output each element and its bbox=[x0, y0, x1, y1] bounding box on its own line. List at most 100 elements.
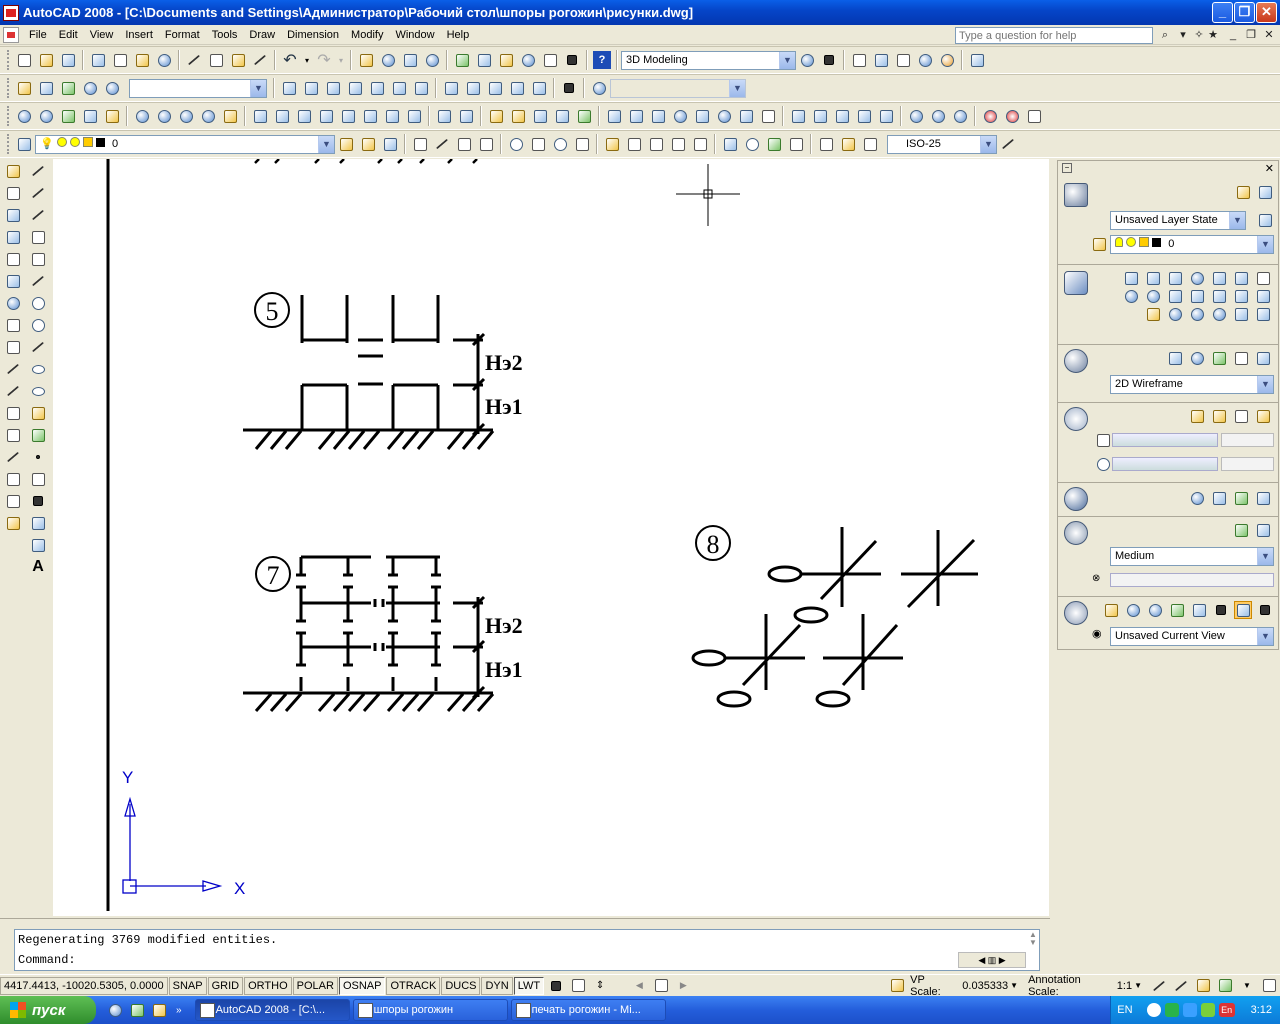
save-icon[interactable] bbox=[59, 51, 77, 69]
light-list-icon[interactable] bbox=[1232, 407, 1250, 425]
close-button[interactable]: ✕ bbox=[1256, 2, 1277, 23]
coordinate-readout[interactable]: 4417.4413, -10020.5305, 0.0000 bbox=[0, 976, 168, 995]
nav-zoom-icon[interactable] bbox=[1124, 601, 1142, 619]
time-field[interactable] bbox=[1221, 457, 1274, 471]
baseline-dimension-icon[interactable] bbox=[625, 135, 643, 153]
menu-draw[interactable]: Draw bbox=[243, 29, 281, 41]
menu-format[interactable]: Format bbox=[159, 29, 206, 41]
tool-palettes-icon[interactable] bbox=[497, 51, 515, 69]
array-icon[interactable] bbox=[4, 250, 22, 268]
intersect-solid-icon[interactable] bbox=[951, 107, 969, 125]
view-ne-iso-icon[interactable] bbox=[464, 79, 482, 97]
panel-cone-icon[interactable] bbox=[1166, 269, 1184, 287]
toolbar-grip[interactable] bbox=[7, 50, 10, 70]
date-field[interactable] bbox=[1221, 433, 1274, 447]
chamfer-icon[interactable] bbox=[4, 470, 22, 488]
separate-icon[interactable] bbox=[487, 107, 505, 125]
material-map-icon[interactable] bbox=[1232, 489, 1250, 507]
point-icon[interactable] bbox=[29, 448, 47, 466]
copy-faces-icon[interactable] bbox=[383, 107, 401, 125]
panel-wedge-icon[interactable] bbox=[1144, 269, 1162, 287]
command-horizontal-scrollbar[interactable]: ◀ ▥ ▶ bbox=[958, 952, 1026, 968]
menu-file[interactable]: File bbox=[23, 29, 53, 41]
panel-cylinder-icon[interactable] bbox=[1210, 269, 1228, 287]
rotate-icon[interactable] bbox=[4, 294, 22, 312]
model-space-icon[interactable] bbox=[547, 977, 565, 995]
wedge-icon[interactable] bbox=[894, 51, 912, 69]
3d-move-icon[interactable] bbox=[981, 107, 999, 125]
render-cancel-icon[interactable]: ⊗ bbox=[1092, 573, 1100, 584]
nav-camera-icon[interactable] bbox=[1212, 601, 1230, 619]
sheet-set-icon[interactable] bbox=[519, 51, 537, 69]
nav-fly-icon[interactable] bbox=[1190, 601, 1208, 619]
layout-icon[interactable] bbox=[569, 977, 587, 995]
multiline-text-icon[interactable]: A bbox=[29, 558, 47, 576]
layer-state-manager-icon[interactable] bbox=[1256, 211, 1274, 229]
join-icon[interactable] bbox=[4, 448, 22, 466]
panel-intersect-icon[interactable] bbox=[1210, 305, 1228, 323]
visual-styles-manager-icon[interactable] bbox=[1232, 349, 1250, 367]
layer-state-select[interactable]: Unsaved Layer State ▼ bbox=[1110, 211, 1246, 230]
my-workspace-icon[interactable] bbox=[820, 51, 838, 69]
quicklaunch-more-icon[interactable]: » bbox=[176, 1005, 182, 1016]
wedge-solid-icon[interactable] bbox=[627, 107, 645, 125]
3d-dwf-icon[interactable] bbox=[155, 51, 173, 69]
hatch-icon[interactable] bbox=[29, 470, 47, 488]
lwt-toggle[interactable]: LWT bbox=[513, 976, 545, 995]
table-icon[interactable] bbox=[29, 536, 47, 554]
toolbar-grip[interactable] bbox=[7, 134, 10, 154]
panel-presspull-icon[interactable] bbox=[1188, 287, 1206, 305]
current-view-select[interactable]: Unsaved Current View ▼ bbox=[1110, 627, 1274, 646]
free-orbit-icon[interactable] bbox=[37, 107, 55, 125]
annotation-scale-value[interactable]: 1:1 bbox=[1117, 980, 1132, 992]
panel-slice-icon[interactable] bbox=[1144, 305, 1162, 323]
face-style-icon[interactable] bbox=[1254, 349, 1272, 367]
3d-make-panel-icon[interactable] bbox=[1064, 271, 1088, 295]
pan-icon[interactable] bbox=[357, 51, 375, 69]
quick-dimension-icon[interactable] bbox=[603, 135, 621, 153]
zoom-previous-icon[interactable] bbox=[423, 51, 441, 69]
tolerance-icon[interactable] bbox=[721, 135, 739, 153]
sphere-solid-icon[interactable] bbox=[671, 107, 689, 125]
helix-icon[interactable] bbox=[759, 107, 777, 125]
start-button[interactable]: пуск bbox=[0, 996, 96, 1024]
dimension-update-icon[interactable] bbox=[861, 135, 879, 153]
task-folder[interactable]: шпоры рогожин bbox=[352, 999, 508, 1021]
nav-pan-icon[interactable] bbox=[1102, 601, 1120, 619]
copy-icon[interactable] bbox=[207, 51, 225, 69]
imprint-icon[interactable] bbox=[435, 107, 453, 125]
dimension-style-icon[interactable] bbox=[999, 135, 1017, 153]
language-indicator[interactable]: EN bbox=[1117, 1004, 1132, 1016]
inspection-icon[interactable] bbox=[765, 135, 783, 153]
osnap-toggle[interactable]: OSNAP bbox=[338, 976, 386, 995]
gradient-icon[interactable] bbox=[29, 492, 47, 510]
date-grid-icon[interactable] bbox=[1094, 431, 1112, 449]
doc-restore-button[interactable]: ❐ bbox=[1244, 27, 1258, 43]
render-region-icon[interactable] bbox=[1232, 521, 1250, 539]
zoom-icon[interactable] bbox=[379, 51, 397, 69]
layer-states-icon[interactable] bbox=[381, 135, 399, 153]
redo-dropdown-icon[interactable]: ▾ bbox=[337, 51, 345, 69]
panel-subtract-icon[interactable] bbox=[1188, 305, 1206, 323]
view-front-icon[interactable] bbox=[368, 79, 386, 97]
delete-faces-icon[interactable] bbox=[317, 107, 335, 125]
point-light-icon[interactable] bbox=[1188, 407, 1206, 425]
autocad-app-icon[interactable] bbox=[3, 4, 19, 21]
cone-icon[interactable] bbox=[649, 107, 667, 125]
color-faces-icon[interactable] bbox=[405, 107, 423, 125]
view-sw-iso-icon[interactable] bbox=[412, 79, 430, 97]
material-remove-icon[interactable] bbox=[1254, 489, 1272, 507]
workspace-select[interactable]: 3D Modeling ▼ bbox=[621, 50, 796, 70]
panel-collapse-icon[interactable]: − bbox=[1062, 163, 1072, 173]
layer-select[interactable]: 💡 0 ▼ bbox=[35, 134, 335, 154]
ducs-toggle[interactable]: DUCS bbox=[441, 976, 481, 995]
tray-network-icon[interactable] bbox=[1182, 1003, 1197, 1017]
command-text-area[interactable]: Regenerating 3769 modified entities. Com… bbox=[14, 929, 1040, 971]
polyline-icon[interactable] bbox=[29, 206, 47, 224]
polar-toggle[interactable]: POLAR bbox=[292, 976, 338, 995]
document-icon[interactable] bbox=[3, 26, 19, 43]
zoom-window-icon[interactable] bbox=[401, 51, 419, 69]
circle-icon[interactable] bbox=[29, 294, 47, 312]
continue-dimension-icon[interactable] bbox=[647, 135, 665, 153]
chevron-down-icon[interactable]: ▼ bbox=[1134, 981, 1142, 990]
